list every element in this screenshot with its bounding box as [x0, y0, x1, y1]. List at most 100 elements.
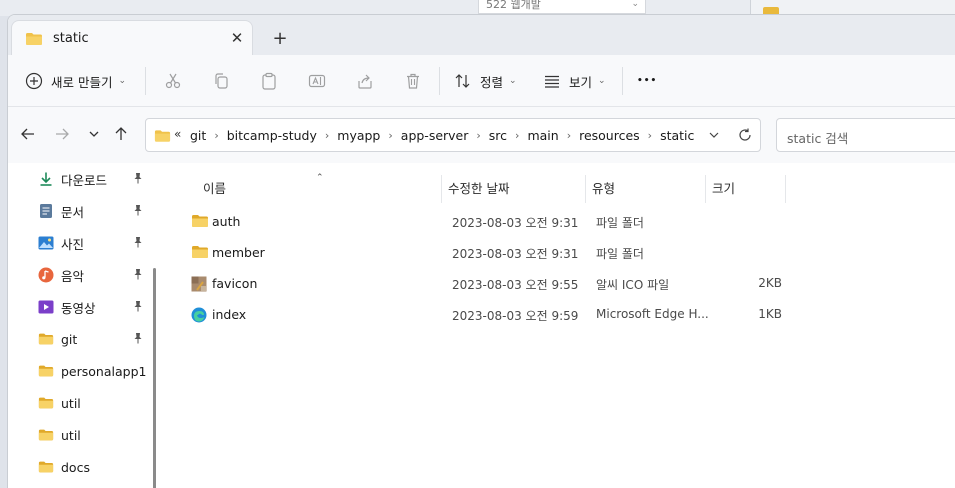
back-button[interactable] — [19, 125, 41, 147]
refresh-icon — [739, 128, 751, 141]
sidebar-item-downloads[interactable]: 다운로드 — [38, 167, 150, 191]
delete-button[interactable] — [404, 69, 422, 93]
new-button[interactable]: 새로 만들기 ⌄ — [25, 69, 126, 93]
view-button-label: 보기 — [569, 74, 593, 90]
rename-button[interactable] — [308, 69, 326, 93]
tab-static[interactable]: static ✕ — [11, 20, 253, 55]
chevron-down-icon: ⌄ — [631, 0, 639, 9]
view-button[interactable]: 보기 ⌄ — [543, 69, 606, 93]
sidebar-item-label: util — [61, 427, 81, 443]
pin-icon[interactable] — [133, 300, 143, 315]
search-placeholder: static 검색 — [787, 131, 849, 146]
clipboard-icon — [260, 72, 278, 90]
pin-icon[interactable] — [133, 172, 143, 187]
close-tab-button[interactable]: ✕ — [226, 27, 248, 49]
pin-icon[interactable] — [133, 204, 143, 219]
sidebar-item-util-2[interactable]: util — [38, 423, 150, 447]
new-tab-button[interactable]: + — [268, 27, 292, 51]
file-type: 알씨 ICO 파일 — [596, 278, 670, 292]
search-input[interactable]: static 검색 — [776, 118, 955, 152]
pin-icon[interactable] — [133, 268, 143, 283]
breadcrumb-item-myapp[interactable]: myapp — [337, 128, 380, 143]
breadcrumb-item-resources[interactable]: resources — [579, 128, 640, 143]
address-row: « git › bitcamp-study › myapp › app-serv… — [8, 107, 955, 163]
sidebar-item-music[interactable]: 음악 — [38, 263, 150, 287]
folder-icon — [191, 214, 209, 230]
chevron-right-icon[interactable]: › — [388, 129, 392, 142]
navigation-scrollbar[interactable] — [153, 268, 156, 488]
path-overflow-button[interactable]: « — [174, 127, 181, 141]
column-header-type[interactable]: 유형 — [586, 175, 705, 203]
breadcrumb: git › bitcamp-study › myapp › app-server… — [190, 128, 694, 143]
paste-button[interactable] — [260, 69, 278, 93]
arrow-right-icon — [56, 128, 69, 140]
sidebar-item-label: git — [61, 331, 78, 347]
column-header-size[interactable]: 크기 — [706, 175, 785, 203]
sidebar-item-label: 사진 — [61, 236, 85, 252]
chevron-down-icon — [89, 131, 99, 137]
chevron-right-icon[interactable]: › — [476, 129, 480, 142]
chevron-right-icon[interactable]: › — [567, 129, 571, 142]
chevron-right-icon[interactable]: › — [325, 129, 329, 142]
file-type: 파일 폴더 — [596, 247, 644, 261]
folder-icon — [38, 331, 54, 347]
file-date: 2023-08-03 오전 9:55 — [452, 278, 579, 292]
copy-button[interactable] — [212, 69, 230, 93]
sidebar-item-docs[interactable]: docs — [38, 455, 150, 479]
sidebar-item-pictures[interactable]: 사진 — [38, 231, 150, 255]
chevron-right-icon[interactable]: › — [648, 129, 652, 142]
sidebar-item-git[interactable]: git — [38, 327, 150, 351]
column-header-date[interactable]: 수정한 날짜 — [442, 175, 585, 203]
command-bar: 새로 만들기 ⌄ 정렬 ⌄ 보기 ⌄ ••• — [8, 55, 955, 107]
pin-icon[interactable] — [133, 236, 143, 251]
divider — [622, 67, 623, 95]
refresh-button[interactable] — [737, 127, 753, 146]
chevron-right-icon[interactable]: › — [214, 129, 218, 142]
breadcrumb-item-app-server[interactable]: app-server — [401, 128, 469, 143]
file-name: auth — [212, 214, 241, 229]
column-divider[interactable] — [785, 175, 786, 203]
sort-button[interactable]: 정렬 ⌄ — [454, 69, 517, 93]
table-row[interactable]: auth 2023-08-03 오전 9:31 파일 폴더 — [183, 208, 793, 236]
scissors-icon — [164, 72, 182, 90]
breadcrumb-item-src[interactable]: src — [489, 128, 507, 143]
edge-icon — [191, 307, 209, 323]
table-row[interactable]: member 2023-08-03 오전 9:31 파일 폴더 — [183, 239, 793, 267]
forward-button[interactable] — [53, 125, 75, 147]
column-header-name[interactable]: 이름 — [197, 175, 442, 203]
arrow-up-icon — [115, 127, 127, 140]
file-name: index — [212, 307, 247, 322]
address-history-button[interactable] — [707, 128, 721, 145]
file-type: Microsoft Edge H... — [596, 307, 709, 321]
folder-icon — [38, 363, 54, 379]
table-row[interactable]: favicon 2023-08-03 오전 9:55 알씨 ICO 파일 2KB — [183, 270, 793, 298]
breadcrumb-item-git[interactable]: git — [190, 128, 206, 143]
sidebar-item-documents[interactable]: 문서 — [38, 199, 150, 223]
pin-icon[interactable] — [133, 332, 143, 347]
share-icon — [356, 72, 374, 90]
arrow-left-icon — [21, 128, 34, 140]
table-row[interactable]: index 2023-08-03 오전 9:59 Microsoft Edge … — [183, 301, 793, 329]
breadcrumb-item-main[interactable]: main — [527, 128, 558, 143]
breadcrumb-item-bitcamp-study[interactable]: bitcamp-study — [227, 128, 317, 143]
chevron-down-icon: ⌄ — [598, 76, 606, 86]
cut-button[interactable] — [164, 69, 182, 93]
chevron-down-icon: ⌄ — [118, 76, 127, 86]
share-button[interactable] — [356, 69, 374, 93]
sidebar-item-personalapp1[interactable]: personalapp1 — [38, 359, 150, 383]
address-bar[interactable]: « git › bitcamp-study › myapp › app-serv… — [145, 118, 761, 152]
folder-icon — [25, 32, 43, 49]
more-options-button[interactable]: ••• — [637, 69, 657, 93]
folder-icon — [191, 245, 209, 261]
recent-locations-button[interactable] — [85, 125, 107, 147]
image-file-icon — [191, 276, 209, 292]
up-button[interactable] — [112, 125, 134, 147]
list-view-icon — [543, 72, 561, 90]
chevron-right-icon[interactable]: › — [515, 129, 519, 142]
sidebar-item-util[interactable]: util — [38, 391, 150, 415]
file-date: 2023-08-03 오전 9:31 — [452, 247, 579, 261]
breadcrumb-item-static[interactable]: static — [660, 128, 694, 143]
file-type: 파일 폴더 — [596, 216, 644, 230]
file-explorer-window: static ✕ + 새로 만들기 ⌄ 정렬 ⌄ 보기 ⌄ ••• « git … — [7, 14, 955, 488]
sidebar-item-videos[interactable]: 동영상 — [38, 295, 150, 319]
